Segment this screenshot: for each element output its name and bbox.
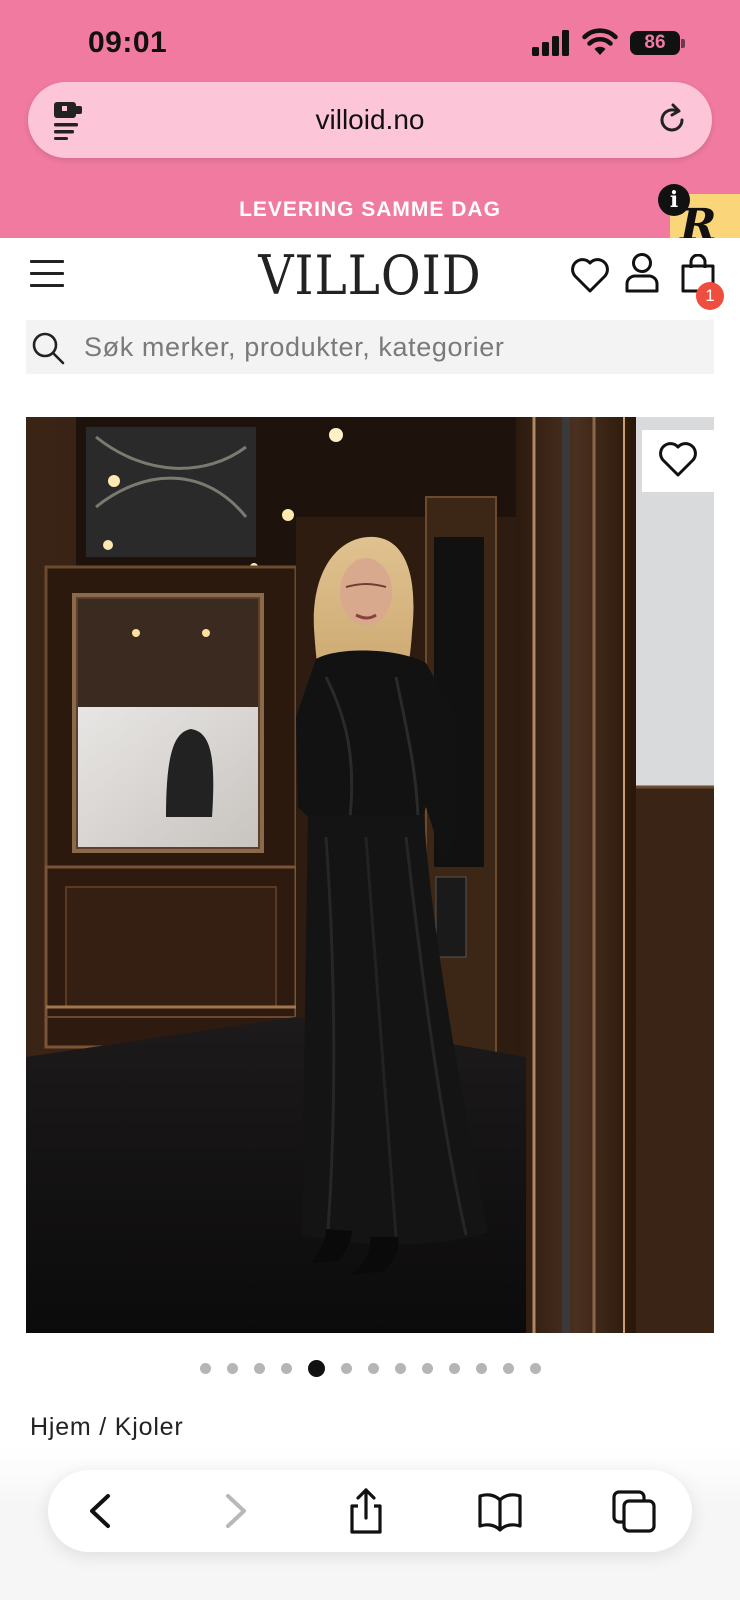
address-bar[interactable]: villoid.no (28, 82, 712, 158)
carousel-dot[interactable] (448, 1363, 460, 1375)
carousel-dot[interactable] (529, 1363, 541, 1375)
carousel-dot[interactable] (367, 1363, 379, 1375)
carousel-dot[interactable] (475, 1363, 487, 1375)
battery-level: 86 (644, 32, 666, 53)
status-bar: 09:01 86 (0, 0, 740, 80)
search-bar[interactable] (26, 320, 714, 374)
carousel-dot-active[interactable] (307, 1360, 325, 1378)
carousel-dot[interactable] (502, 1363, 514, 1375)
info-icon[interactable]: i (658, 184, 690, 216)
breadcrumb-item-home[interactable]: Hjem (30, 1413, 92, 1441)
cart-count-badge[interactable]: 1 (696, 282, 724, 310)
share-icon[interactable] (342, 1488, 390, 1534)
browser-toolbar (48, 1470, 692, 1552)
heart-icon (659, 442, 697, 477)
carousel-dot[interactable] (280, 1363, 292, 1375)
promo-banner: LEVERING SAMME DAG (239, 198, 501, 221)
status-time: 09:01 (88, 26, 168, 59)
carousel-dot[interactable] (340, 1363, 352, 1375)
carousel-dot[interactable] (421, 1363, 433, 1375)
battery-icon: 86 (630, 31, 685, 55)
wifi-icon (582, 28, 618, 55)
search-input[interactable] (84, 320, 704, 374)
carousel-dot[interactable] (199, 1363, 211, 1375)
tabs-icon[interactable] (610, 1488, 658, 1534)
carousel-dot[interactable] (394, 1363, 406, 1375)
url-text[interactable]: villoid.no (28, 104, 712, 136)
reload-icon[interactable] (654, 102, 690, 138)
back-icon[interactable] (78, 1488, 126, 1534)
product-photo (26, 417, 714, 1333)
site-header: VILLOID 1 (0, 238, 740, 318)
breadcrumb-item-dresses[interactable]: Kjoler (115, 1413, 184, 1441)
carousel-dot[interactable] (253, 1363, 265, 1375)
signal-icon (532, 30, 569, 56)
carousel-dot[interactable] (226, 1363, 238, 1375)
forward-icon[interactable] (210, 1488, 258, 1534)
user-icon[interactable] (624, 252, 660, 294)
wishlist-button[interactable] (642, 430, 714, 492)
bookmarks-icon[interactable] (476, 1488, 524, 1534)
search-icon (32, 332, 65, 365)
breadcrumb: Hjem / Kjoler (30, 1413, 184, 1442)
carousel-dots[interactable] (0, 1360, 740, 1380)
heart-icon[interactable] (570, 256, 610, 294)
product-image[interactable] (26, 417, 714, 1333)
breadcrumb-separator: / (91, 1413, 115, 1441)
